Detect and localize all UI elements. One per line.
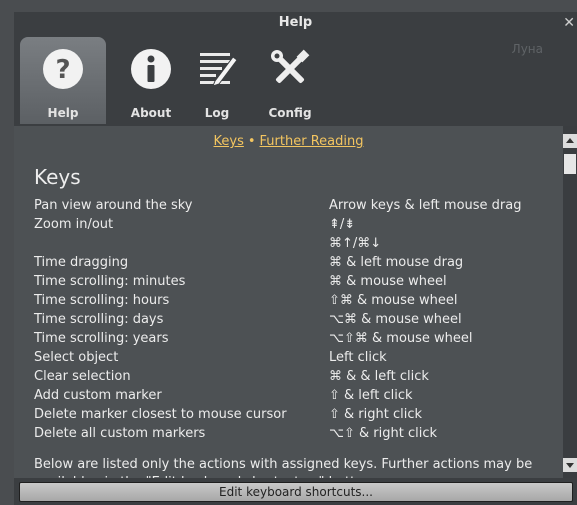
shortcut-row: Select object Left click [34,348,559,367]
shortcut-action: Clear selection [34,369,131,384]
tab-help-label: Help [47,106,79,120]
shortcut-action: Zoom in/out [34,217,114,232]
shortcut-action: Time scrolling: days [34,312,164,327]
shortcut-keys: ⌥⇧ & right click [329,426,437,441]
shortcut-action: Time dragging [34,255,129,270]
shortcut-row: Time scrolling: hours ⇧⌘ & mouse wheel [34,291,559,310]
shortcut-keys: ⇧⌘ & mouse wheel [329,293,458,308]
shortcut-row: Time scrolling: minutes ⌘ & mouse wheel [34,272,559,291]
shortcut-action: Select object [34,350,119,365]
tools-icon [271,49,310,84]
shortcut-action: Time scrolling: years [34,331,169,346]
log-pencil-icon [200,53,238,87]
shortcut-keys: ⌥⌘ & mouse wheel [329,312,462,327]
shortcut-row: Time scrolling: years ⌥⇧⌘ & mouse wheel [34,329,559,348]
shortcut-keys: ⇧ & left click [329,388,413,403]
shortcut-keys: ⌘ & mouse wheel [329,274,447,289]
shortcut-action: Delete marker closest to mouse cursor [34,407,287,422]
link-separator: • [247,134,256,149]
tab-config-label: Config [268,106,312,120]
shortcuts-note: Below are listed only the actions with a… [34,457,533,478]
shortcut-keys: ⌘ & left mouse drag [329,255,464,270]
shortcut-row: Time dragging ⌘ & left mouse drag [34,253,559,272]
shortcut-action: Time scrolling: hours [34,293,170,308]
shortcut-row: Pan view around the sky Arrow keys & left… [34,196,559,215]
shortcut-row: ⌘↑/⌘↓ [34,234,559,253]
scroll-up-icon[interactable] [563,134,577,148]
ghost-label: Луна [511,42,543,56]
info-icon [131,49,171,89]
vertical-scrollbar[interactable] [563,126,577,478]
shortcut-action: Time scrolling: minutes [34,274,186,289]
help-content: Keys • Further Reading Keys Pan view aroun… [14,126,563,478]
shortcut-action: Pan view around the sky [34,198,193,213]
shortcut-keys: ⌘↑/⌘↓ [329,236,382,251]
shortcut-row: Clear selection ⌘ & & left click [34,367,559,386]
shortcut-list: Pan view around the sky Arrow keys & left… [34,196,559,443]
keys-heading: Keys [34,165,81,189]
svg-text:?: ? [55,55,70,85]
shortcut-row: Time scrolling: days ⌥⌘ & mouse wheel [34,310,559,329]
further-reading-link[interactable]: Further Reading [260,134,364,149]
close-icon[interactable]: ✕ [563,12,575,34]
shortcut-keys: Arrow keys & left mouse drag [329,198,522,213]
shortcut-row: Delete all custom markers ⌥⇧ & right clic… [34,424,559,443]
scroll-thumb[interactable] [564,154,576,174]
tab-config[interactable]: Config [247,37,333,124]
shortcut-keys: Left click [329,350,387,365]
shortcut-keys: ⇞/⇟ [329,217,356,232]
edit-shortcuts-button[interactable]: Edit keyboard shortcuts... [19,482,573,502]
question-icon: ? [43,49,83,89]
keys-link[interactable]: Keys [214,134,244,149]
help-window: Help ✕ Луна ? Help About Log Config Keys… [14,12,577,505]
window-title: Help [278,15,313,30]
shortcut-row: Delete marker closest to mouse cursor ⇧ &… [34,405,559,424]
toolbar: Луна ? Help About Log Config [14,34,577,126]
section-links: Keys • Further Reading [14,134,563,149]
shortcut-keys: ⌘ & & left click [329,369,429,384]
shortcut-keys: ⌥⇧⌘ & mouse wheel [329,331,473,346]
tab-help[interactable]: ? Help [20,37,106,124]
shortcut-action: Delete all custom markers [34,426,206,441]
shortcut-row: Zoom in/out ⇞/⇟ [34,215,559,234]
shortcut-row: Add custom marker ⇧ & left click [34,386,559,405]
scroll-down-icon[interactable] [563,458,577,472]
shortcut-keys: ⇧ & right click [329,407,423,422]
shortcut-action: Add custom marker [34,388,162,403]
